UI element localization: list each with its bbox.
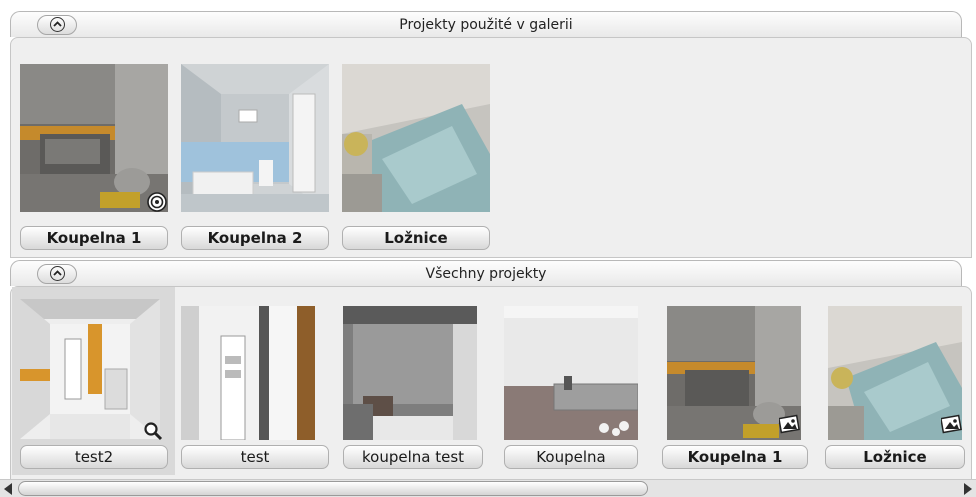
gallery-label-koupelna-1[interactable]: Koupelna 1 <box>20 226 168 250</box>
all-label-koupelna[interactable]: Koupelna <box>504 445 638 469</box>
gallery-section-title: Projekty použité v galerii <box>399 17 573 33</box>
arrow-right-icon[interactable] <box>964 483 972 495</box>
all-panel: test2 test koupelna test Koupelna Koupel… <box>10 286 972 480</box>
all-label-test2[interactable]: test2 <box>20 445 168 469</box>
picture-icon <box>778 414 801 438</box>
all-section-title: Všechny projekty <box>425 266 547 282</box>
arrow-left-icon[interactable] <box>4 483 12 495</box>
all-thumb-koupelna[interactable] <box>504 306 638 440</box>
gallery-section-header: Projekty použité v galerii <box>10 11 962 37</box>
all-label-test[interactable]: test <box>181 445 329 469</box>
gallery-label-koupelna-2[interactable]: Koupelna 2 <box>181 226 329 250</box>
picture-icon <box>940 414 963 438</box>
horizontal-scrollbar[interactable] <box>0 479 976 497</box>
gallery-thumb-koupelna-2[interactable] <box>181 64 329 212</box>
all-thumb-koupelna-test[interactable] <box>343 306 477 440</box>
all-label-koupelna-1[interactable]: Koupelna 1 <box>662 445 808 469</box>
gallery-thumb-loznice[interactable] <box>342 64 490 212</box>
gallery-panel: Koupelna 1 Koupelna 2 Ložnice <box>10 37 972 258</box>
all-thumb-test[interactable] <box>181 306 315 440</box>
gallery-label-loznice[interactable]: Ložnice <box>342 226 490 250</box>
target-icon <box>147 192 167 216</box>
all-section-header: Všechny projekty <box>10 260 962 286</box>
all-thumb-test2[interactable] <box>20 299 160 439</box>
all-label-loznice[interactable]: Ložnice <box>825 445 965 469</box>
all-label-koupelna-test[interactable]: koupelna test <box>343 445 483 469</box>
magnifier-icon <box>143 421 163 445</box>
scrollbar-thumb[interactable] <box>18 481 648 496</box>
gallery-thumb-koupelna-1[interactable] <box>20 64 168 212</box>
